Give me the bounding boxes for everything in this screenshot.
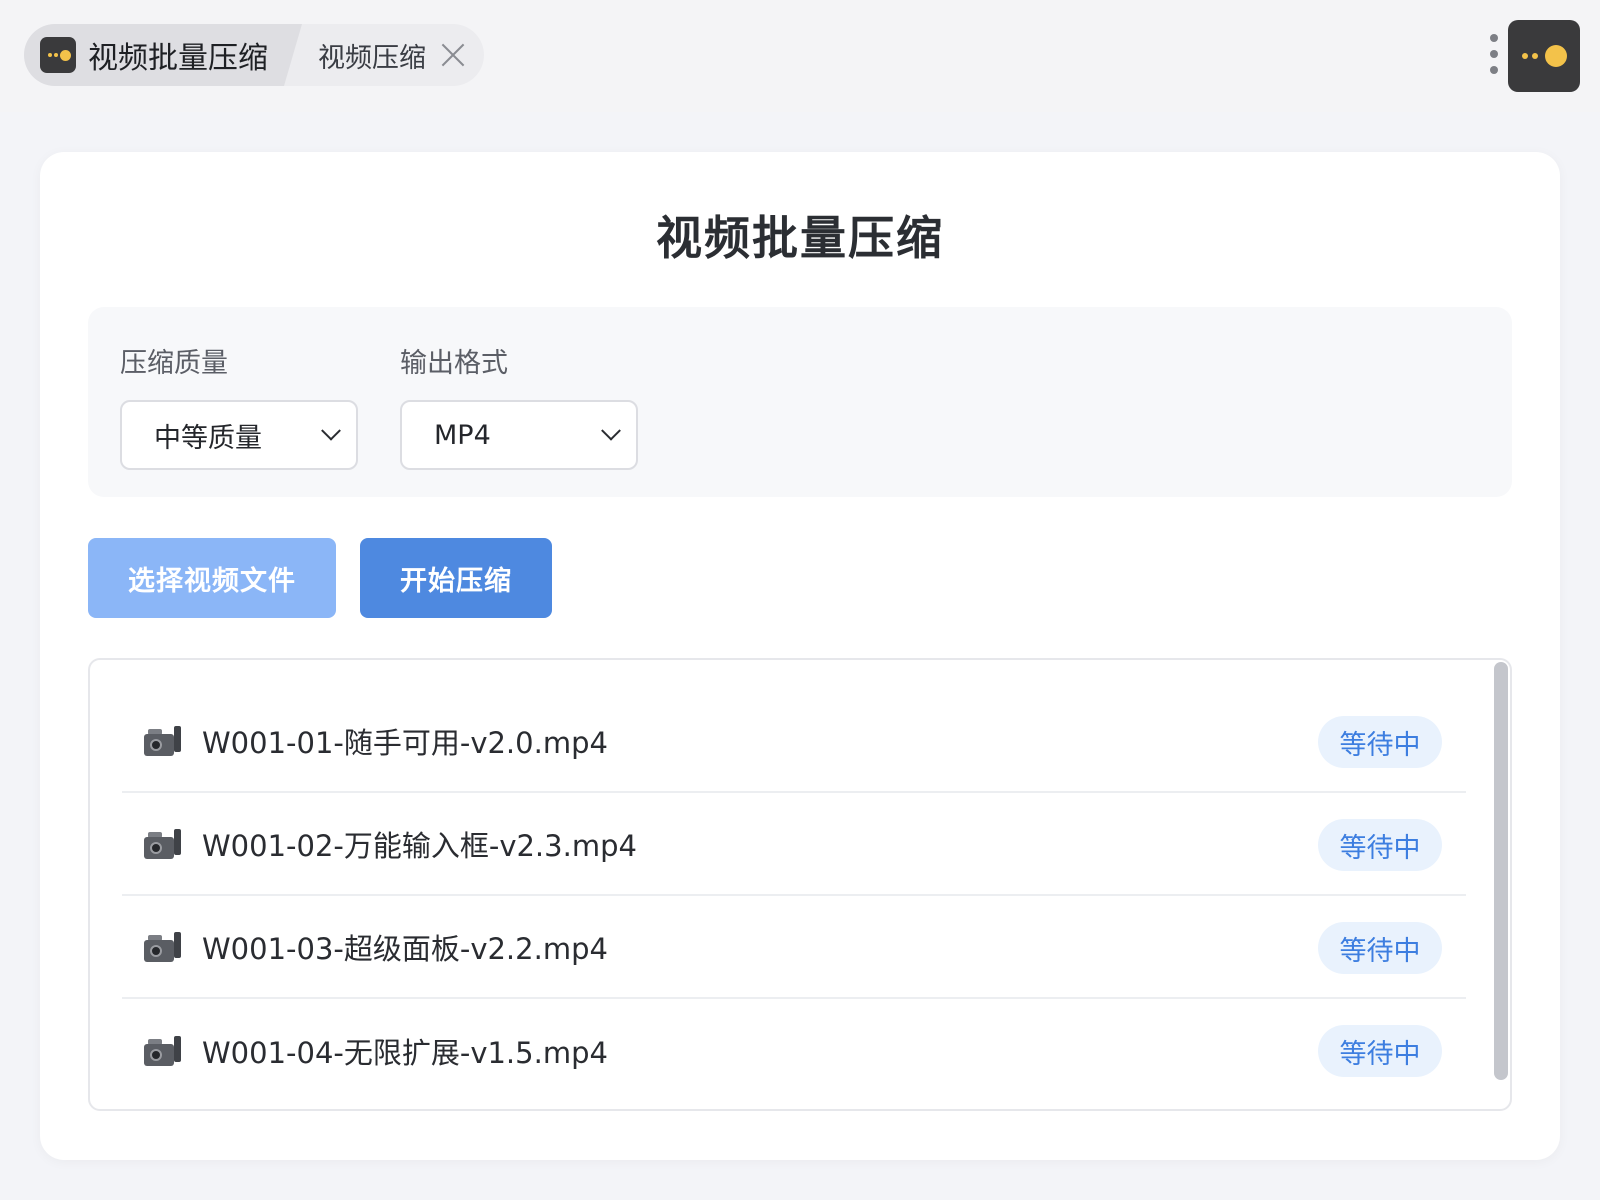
file-name: W001-01-随手可用-v2.0.mp4 <box>202 725 608 760</box>
app-logo-icon[interactable] <box>1508 20 1580 92</box>
video-camera-icon <box>144 827 182 861</box>
select-files-button[interactable]: 选择视频文件 <box>88 538 336 618</box>
file-row: W001-04-无限扩展-v1.5.mp4 等待中 <box>122 999 1466 1102</box>
format-select-value: MP4 <box>434 419 491 451</box>
format-label: 输出格式 <box>400 348 508 379</box>
status-badge: 等待中 <box>1318 1025 1442 1077</box>
tab-strip: 视频批量压缩 视频压缩 <box>24 24 484 86</box>
title-bar: 视频批量压缩 视频压缩 <box>0 0 1600 112</box>
settings-panel: 压缩质量 中等质量 输出格式 MP4 <box>88 307 1512 497</box>
video-camera-icon <box>144 930 182 964</box>
file-row: W001-02-万能输入框-v2.3.mp4 等待中 <box>122 793 1466 896</box>
video-camera-icon <box>144 724 182 758</box>
quality-label: 压缩质量 <box>120 348 228 379</box>
file-row: W001-03-超级面板-v2.2.mp4 等待中 <box>122 896 1466 999</box>
tab-video-batch-compress[interactable]: 视频批量压缩 <box>24 24 302 86</box>
start-compress-button[interactable]: 开始压缩 <box>360 538 552 618</box>
file-list: W001-01-随手可用-v2.0.mp4 等待中 W001-02-万能输入框-… <box>88 658 1512 1111</box>
scrollbar[interactable] <box>1492 660 1510 1109</box>
chevron-down-icon <box>601 420 621 441</box>
file-name: W001-03-超级面板-v2.2.mp4 <box>202 931 608 966</box>
file-name: W001-04-无限扩展-v1.5.mp4 <box>202 1035 608 1070</box>
tab-video-compress[interactable]: 视频压缩 <box>302 24 484 86</box>
format-field: 输出格式 MP4 <box>400 341 638 470</box>
more-vertical-icon[interactable] <box>1488 34 1498 74</box>
status-badge: 等待中 <box>1318 922 1442 974</box>
app-logo-icon <box>40 37 76 73</box>
page-title: 视频批量压缩 <box>656 211 944 265</box>
quality-select-value: 中等质量 <box>154 422 262 454</box>
video-camera-icon <box>144 1034 182 1068</box>
quality-field: 压缩质量 中等质量 <box>120 341 358 470</box>
scrollbar-thumb[interactable] <box>1494 662 1508 1080</box>
status-badge: 等待中 <box>1318 819 1442 871</box>
main-card: 视频批量压缩 压缩质量 中等质量 输出格式 MP4 选择视频文件 开始压缩 W0… <box>40 152 1560 1160</box>
tab-label: 视频压缩 <box>318 42 426 74</box>
file-name: W001-02-万能输入框-v2.3.mp4 <box>202 828 637 863</box>
file-row: W001-01-随手可用-v2.0.mp4 等待中 <box>122 690 1466 793</box>
chevron-down-icon <box>321 420 341 441</box>
close-icon[interactable] <box>440 42 466 68</box>
status-badge: 等待中 <box>1318 716 1442 768</box>
quality-select[interactable]: 中等质量 <box>120 400 358 470</box>
tab-label: 视频批量压缩 <box>88 41 268 76</box>
format-select[interactable]: MP4 <box>400 400 638 470</box>
